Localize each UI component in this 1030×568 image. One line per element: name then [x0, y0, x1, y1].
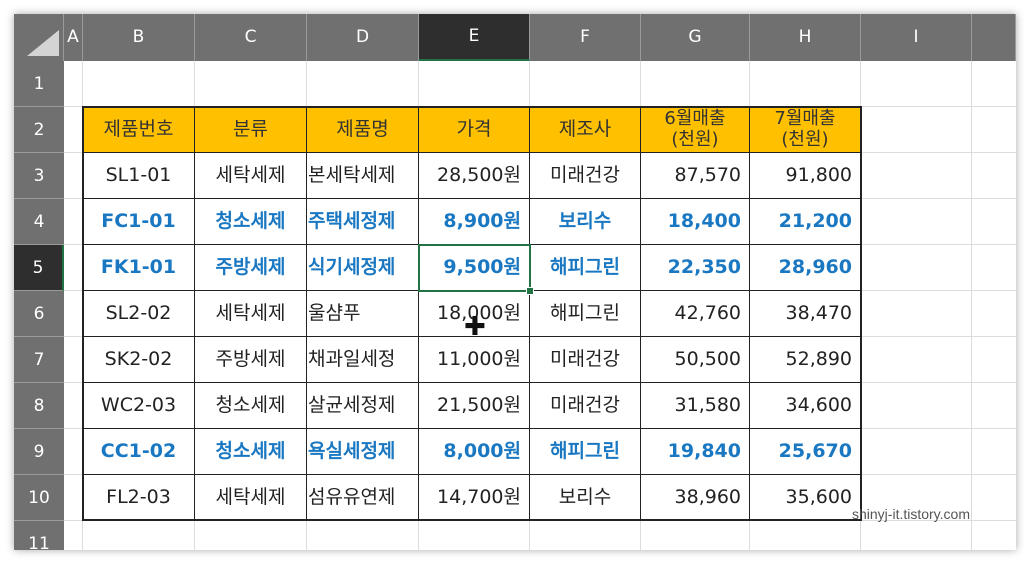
row-header-11[interactable]: 11 — [14, 521, 64, 550]
price-cell[interactable]: 28,500원 — [419, 153, 530, 199]
product-name-cell[interactable]: 채과일세정 — [307, 337, 419, 383]
june-sales-cell[interactable]: 18,400 — [641, 199, 750, 245]
gridline-vertical — [971, 61, 972, 550]
maker-cell[interactable]: 보리수 — [530, 475, 641, 521]
product-id-cell[interactable]: FL2-03 — [83, 475, 195, 521]
product-name-cell[interactable]: 욕실세정제 — [307, 429, 419, 475]
product-id-cell[interactable]: SL2-02 — [83, 291, 195, 337]
product-name-cell[interactable]: 울샴푸 — [307, 291, 419, 337]
header-line: (천원) — [671, 129, 719, 150]
price-cell[interactable]: 8,000원 — [419, 429, 530, 475]
product-id-cell[interactable]: WC2-03 — [83, 383, 195, 429]
watermark: shinyj-it.tistory.com — [852, 506, 970, 522]
july-sales-cell[interactable]: 21,200 — [750, 199, 861, 245]
select-all-button[interactable] — [14, 14, 64, 61]
category-cell[interactable]: 청소세제 — [195, 199, 307, 245]
june-sales-cell[interactable]: 38,960 — [641, 475, 750, 521]
category-cell[interactable]: 세탁세제 — [195, 475, 307, 521]
table-header-cell[interactable]: 분류 — [195, 107, 307, 153]
column-header-d[interactable]: D — [307, 14, 419, 61]
product-id-cell[interactable]: SL1-01 — [83, 153, 195, 199]
product-name-cell[interactable]: 섬유유연제 — [307, 475, 419, 521]
row-header-6[interactable]: 6 — [14, 291, 64, 337]
maker-cell[interactable]: 해피그린 — [530, 245, 641, 291]
product-id-cell[interactable]: FK1-01 — [83, 245, 195, 291]
column-header-filler — [972, 14, 1016, 61]
product-id-cell[interactable]: FC1-01 — [83, 199, 195, 245]
july-sales-cell[interactable]: 52,890 — [750, 337, 861, 383]
maker-cell[interactable]: 보리수 — [530, 199, 641, 245]
row-header-7[interactable]: 7 — [14, 337, 64, 383]
july-sales-cell[interactable]: 34,600 — [750, 383, 861, 429]
maker-cell[interactable]: 해피그린 — [530, 429, 641, 475]
row-header-10[interactable]: 10 — [14, 475, 64, 521]
product-id-cell[interactable]: CC1-02 — [83, 429, 195, 475]
june-sales-cell[interactable]: 22,350 — [641, 245, 750, 291]
category-cell[interactable]: 세탁세제 — [195, 153, 307, 199]
header-line: 6월매출 — [664, 108, 726, 129]
row-header-1[interactable]: 1 — [14, 61, 64, 107]
july-sales-cell[interactable]: 25,670 — [750, 429, 861, 475]
june-sales-cell[interactable]: 42,760 — [641, 291, 750, 337]
july-sales-cell[interactable]: 91,800 — [750, 153, 861, 199]
table-header-cell[interactable]: 제조사 — [530, 107, 641, 153]
category-cell[interactable]: 세탁세제 — [195, 291, 307, 337]
cell-select-cursor-icon: ✚ — [464, 312, 486, 342]
table-header-cell[interactable]: 제품번호 — [83, 107, 195, 153]
fill-handle[interactable] — [526, 287, 534, 295]
row-header-3[interactable]: 3 — [14, 153, 64, 199]
product-name-cell[interactable]: 살균세정제 — [307, 383, 419, 429]
row-header-4[interactable]: 4 — [14, 199, 64, 245]
column-header-a[interactable]: A — [64, 14, 83, 61]
product-name-cell[interactable]: 본세탁세제 — [307, 153, 419, 199]
june-sales-cell[interactable]: 19,840 — [641, 429, 750, 475]
spreadsheet-window: A B C D E F G H I 1 2 3 4 5 6 7 8 9 10 11 제품번호 분류 제품명 가격 제조사 6월매출… — [14, 14, 1016, 550]
column-header-g[interactable]: G — [641, 14, 750, 61]
header-line: 7월매출 — [774, 108, 836, 129]
table-header-cell[interactable]: 6월매출 (천원) — [641, 107, 750, 153]
row-header-2[interactable]: 2 — [14, 107, 64, 153]
table-header-cell[interactable]: 제품명 — [307, 107, 419, 153]
maker-cell[interactable]: 미래건강 — [530, 153, 641, 199]
select-all-triangle-icon — [27, 30, 59, 56]
category-cell[interactable]: 주방세제 — [195, 245, 307, 291]
price-cell[interactable]: 14,700원 — [419, 475, 530, 521]
category-cell[interactable]: 주방세제 — [195, 337, 307, 383]
product-name-cell[interactable]: 주택세정제 — [307, 199, 419, 245]
maker-cell[interactable]: 해피그린 — [530, 291, 641, 337]
maker-cell[interactable]: 미래건강 — [530, 337, 641, 383]
row-header-8[interactable]: 8 — [14, 383, 64, 429]
july-sales-cell[interactable]: 28,960 — [750, 245, 861, 291]
price-cell[interactable]: 21,500원 — [419, 383, 530, 429]
price-cell[interactable]: 8,900원 — [419, 199, 530, 245]
header-line: (천원) — [781, 129, 829, 150]
category-cell[interactable]: 청소세제 — [195, 383, 307, 429]
product-id-cell[interactable]: SK2-02 — [83, 337, 195, 383]
table-header-cell[interactable]: 가격 — [419, 107, 530, 153]
july-sales-cell[interactable]: 35,600 — [750, 475, 861, 521]
column-header-c[interactable]: C — [195, 14, 307, 61]
column-header-f[interactable]: F — [530, 14, 641, 61]
price-cell[interactable]: 9,500원 — [419, 245, 530, 291]
price-cell[interactable]: 11,000원 — [419, 337, 530, 383]
category-cell[interactable]: 청소세제 — [195, 429, 307, 475]
july-sales-cell[interactable]: 38,470 — [750, 291, 861, 337]
june-sales-cell[interactable]: 87,570 — [641, 153, 750, 199]
june-sales-cell[interactable]: 31,580 — [641, 383, 750, 429]
product-name-cell[interactable]: 식기세정제 — [307, 245, 419, 291]
june-sales-cell[interactable]: 50,500 — [641, 337, 750, 383]
column-header-i[interactable]: I — [861, 14, 972, 61]
column-header-e[interactable]: E — [419, 14, 530, 61]
column-header-h[interactable]: H — [750, 14, 861, 61]
row-header-9[interactable]: 9 — [14, 429, 64, 475]
row-header-5[interactable]: 5 — [14, 245, 64, 291]
maker-cell[interactable]: 미래건강 — [530, 383, 641, 429]
table-header-cell[interactable]: 7월매출 (천원) — [750, 107, 861, 153]
column-header-b[interactable]: B — [83, 14, 195, 61]
